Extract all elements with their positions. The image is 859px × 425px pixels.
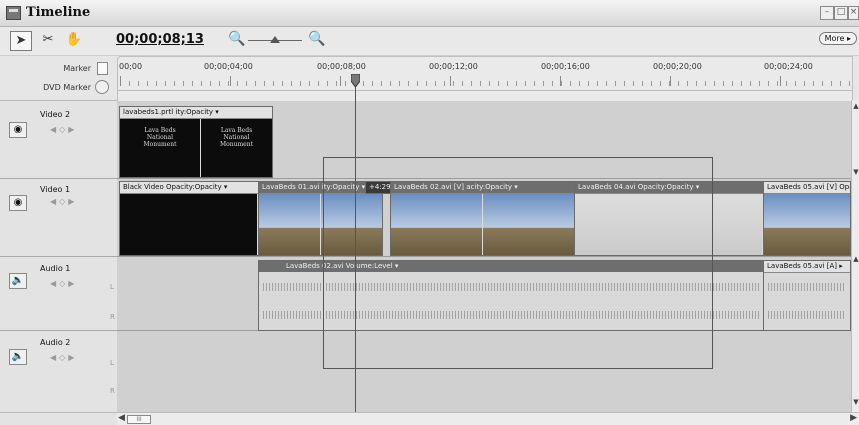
track-header-audio-2: 🔈 Audio 2 ◀◇▶ L R [0, 331, 117, 413]
track-lane-audio-2[interactable] [117, 331, 851, 413]
scroll-thumb[interactable]: III [127, 415, 151, 424]
clip-thumbnail [321, 194, 382, 255]
track-header-video-1: ◉ Video 1 ◀◇▶ [0, 179, 117, 257]
vertical-scrollbar[interactable]: ▲ ▼ ▲ ▼ [851, 100, 859, 412]
track-header-audio-1: 🔈 Audio 1 ◀◇▶ L R [0, 257, 117, 331]
speaker-icon[interactable]: 🔈 [9, 273, 27, 289]
clip-label: LavaBeds 05.avi [V] Opacity [764, 182, 850, 194]
ruler-time-label: 00;00;24;00 [764, 62, 813, 71]
playhead-line [355, 76, 356, 414]
add-marker-icon[interactable] [97, 62, 108, 75]
clip-thumbnail: Lava Beds National Monument [201, 119, 272, 177]
footer-spacer [0, 412, 117, 425]
time-ruler[interactable]: 00;00 00;00;04;00 00;00;08;00 00;00;12;0… [117, 56, 853, 102]
toolbar: ➤ ✂ ✋ 00;00;08;13 🔍 🔍 More ▸ [0, 27, 859, 56]
clip-label: LavaBeds 02.avi [V] acity:Opacity ▾ [391, 182, 574, 194]
clip-lavabeds-05[interactable]: LavaBeds 05.avi [V] Opacity [763, 181, 851, 256]
minimize-icon[interactable]: – [820, 6, 834, 20]
ruler-time-label: 00;00;12;00 [429, 62, 478, 71]
razor-tool-icon[interactable]: ✂ [38, 31, 58, 49]
dvd-marker-label: DVD Marker [43, 83, 91, 92]
waveform-left [768, 283, 846, 291]
clip-label: lavabeds1.prtl ity:Opacity ▾ [120, 107, 272, 119]
track-lane-video-1[interactable]: Black Video Opacity:Opacity ▾ LavaBeds 0… [117, 179, 851, 257]
close-icon[interactable]: × [848, 6, 859, 20]
clip-thumbnail [483, 194, 574, 255]
timeline-window: Timeline – □ × ➤ ✂ ✋ 00;00;08;13 🔍 🔍 Mor… [0, 0, 859, 425]
timeline-window-icon [6, 6, 21, 20]
keyframe-nav-icon[interactable]: ◀◇▶ [50, 279, 77, 288]
channel-right-label: R [110, 313, 115, 321]
transition-marker[interactable]: +4:29 [365, 181, 391, 194]
channel-left-label: L [110, 359, 114, 367]
dvd-marker-icon[interactable] [95, 80, 109, 94]
clip-thumbnail [259, 194, 320, 255]
audio-clip-lavabeds-05[interactable]: LavaBeds 05.avi [A] ▸ [763, 260, 851, 331]
hand-tool-icon[interactable]: ✋ [64, 31, 84, 49]
waveform-right [263, 311, 760, 319]
keyframe-nav-icon[interactable]: ◀◇▶ [50, 125, 77, 134]
transition-label: +4:29 [366, 182, 390, 193]
ruler-header: Marker DVD Marker [0, 56, 117, 101]
clip-thumbnail [391, 194, 482, 255]
scroll-up-icon[interactable]: ▲ [852, 255, 859, 263]
ruler-time-label: 00;00;04;00 [204, 62, 253, 71]
channel-right-label: R [110, 387, 115, 395]
title-text: Lava Beds National Monument [143, 127, 177, 148]
ruler-time-label: 00;00;08;00 [317, 62, 366, 71]
toggle-track-output-icon[interactable]: ◉ [9, 195, 27, 211]
clip-thumbnail [764, 194, 850, 255]
horizontal-scrollbar[interactable]: ◀ III ▶ [117, 412, 859, 425]
waveform-right [768, 311, 846, 319]
zoom-in-icon[interactable]: 🔍 [308, 31, 325, 47]
current-timecode[interactable]: 00;00;08;13 [116, 32, 204, 47]
zoom-out-icon[interactable]: 🔍 [228, 31, 245, 47]
track-name: Audio 1 [40, 264, 71, 273]
clip-black-video[interactable]: Black Video Opacity:Opacity ▾ [119, 181, 259, 256]
zoom-slider-thumb[interactable] [270, 36, 280, 43]
scroll-right-icon[interactable]: ▶ [850, 413, 857, 423]
clip-label: LavaBeds 04.avi Opacity:Opacity ▾ [575, 182, 763, 194]
ruler-major-ticks [120, 76, 852, 86]
track-name: Audio 2 [40, 338, 71, 347]
clip-label: LavaBeds 01.avi ity:Opacity ▾ [259, 182, 382, 194]
toggle-track-output-icon[interactable]: ◉ [9, 122, 27, 138]
track-lane-audio-1[interactable]: LavaBeds 02.avi Volume:Level ▾ LavaBeds … [117, 257, 851, 331]
track-name: Video 1 [40, 185, 71, 194]
more-button[interactable]: More ▸ [818, 32, 857, 45]
marker-label: Marker [63, 64, 91, 73]
keyframe-nav-icon[interactable]: ◀◇▶ [50, 353, 77, 362]
clip-label: LavaBeds 02.avi Volume:Level ▾ [259, 261, 764, 272]
ruler-time-label: 00;00 [119, 62, 143, 71]
speaker-icon[interactable]: 🔈 [9, 349, 27, 365]
scroll-up-icon[interactable]: ▲ [852, 102, 859, 110]
clip-lavabeds-04[interactable]: LavaBeds 04.avi Opacity:Opacity ▾ [574, 181, 764, 256]
clip-thumbnail [120, 194, 257, 255]
playhead-handle-icon[interactable] [351, 74, 360, 87]
title-text: Lava Beds National Monument [220, 127, 253, 148]
clip-label: Black Video Opacity:Opacity ▾ [120, 182, 258, 194]
waveform-left [263, 283, 760, 291]
scroll-down-icon[interactable]: ▼ [852, 398, 859, 406]
track-header-video-2: ◉ Video 2 ◀◇▶ [0, 101, 117, 179]
track-lane-video-2[interactable]: lavabeds1.prtl ity:Opacity ▾ Lava Beds N… [117, 101, 851, 179]
maximize-icon[interactable]: □ [834, 6, 848, 20]
clip-label: LavaBeds 05.avi [A] ▸ [764, 261, 850, 273]
ruler-time-label: 00;00;16;00 [541, 62, 590, 71]
selection-tool-icon[interactable]: ➤ [10, 31, 32, 51]
clip-lavabeds-02[interactable]: LavaBeds 02.avi [V] acity:Opacity ▾ [390, 181, 575, 256]
clip-thumbnail: Lava Beds National Monument [120, 119, 200, 177]
title-bar: Timeline – □ × [0, 0, 859, 27]
scroll-left-icon[interactable]: ◀ [118, 413, 125, 423]
scroll-down-icon[interactable]: ▼ [852, 168, 859, 176]
channel-left-label: L [110, 283, 114, 291]
work-area-bar[interactable] [118, 90, 852, 96]
ruler-time-label: 00;00;20;00 [653, 62, 702, 71]
keyframe-nav-icon[interactable]: ◀◇▶ [50, 197, 77, 206]
clip-thumbnail [575, 194, 762, 255]
clip-lavabeds-title[interactable]: lavabeds1.prtl ity:Opacity ▾ Lava Beds N… [119, 106, 273, 178]
audio-clip-lavabeds-02[interactable]: LavaBeds 02.avi Volume:Level ▾ [258, 260, 765, 331]
window-title: Timeline [26, 5, 91, 20]
track-name: Video 2 [40, 110, 71, 119]
